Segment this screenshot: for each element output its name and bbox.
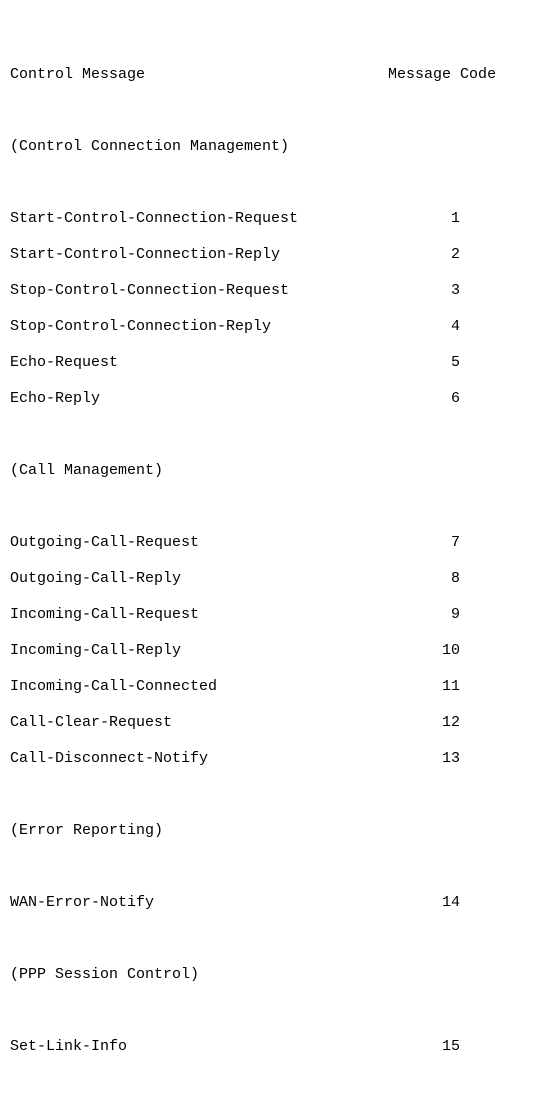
msg-name: Call-Clear-Request [10,714,388,732]
msg-name: Outgoing-Call-Request [10,534,388,552]
msg-name: Call-Disconnect-Notify [10,750,388,768]
table-row: Incoming-Call-Connected11 [10,678,531,696]
table-row: WAN-Error-Notify14 [10,894,531,912]
msg-name: Start-Control-Connection-Reply [10,246,388,264]
msg-code: 8 [388,570,460,588]
table-row: Start-Control-Connection-Reply2 [10,246,531,264]
blank-line [10,858,531,876]
table-row: Outgoing-Call-Request7 [10,534,531,552]
table-row: Start-Control-Connection-Request1 [10,210,531,228]
table-row: Stop-Control-Connection-Reply4 [10,318,531,336]
table-row: Incoming-Call-Reply10 [10,642,531,660]
blank-line [10,930,531,948]
msg-name: Incoming-Call-Reply [10,642,388,660]
table-row: Echo-Request5 [10,354,531,372]
msg-code: 1 [388,210,460,228]
group-header-call-management: (Call Management) [10,462,531,480]
msg-name: Stop-Control-Connection-Reply [10,318,388,336]
blank-line [10,786,531,804]
table-row: Incoming-Call-Request9 [10,606,531,624]
msg-code: 14 [388,894,460,912]
msg-code: 13 [388,750,460,768]
group-header-control-connection-management: (Control Connection Management) [10,138,531,156]
msg-name: Set-Link-Info [10,1038,388,1056]
msg-code: 5 [388,354,460,372]
msg-name: Incoming-Call-Connected [10,678,388,696]
msg-name: Start-Control-Connection-Request [10,210,388,228]
msg-name: Stop-Control-Connection-Request [10,282,388,300]
msg-code: 3 [388,282,460,300]
table-header-row: Control MessageMessage Code [10,66,531,84]
header-control-message: Control Message [10,66,388,84]
blank-line [10,174,531,192]
group-header-ppp-session-control: (PPP Session Control) [10,966,531,984]
msg-code: 2 [388,246,460,264]
table-row: Call-Disconnect-Notify13 [10,750,531,768]
blank-line [10,498,531,516]
msg-name: Echo-Request [10,354,388,372]
msg-code: 10 [388,642,460,660]
msg-code: 6 [388,390,460,408]
blank-line [10,1002,531,1020]
table-row: Stop-Control-Connection-Request3 [10,282,531,300]
msg-code: 12 [388,714,460,732]
table-row: Call-Clear-Request12 [10,714,531,732]
blank-line [10,102,531,120]
table-row: Set-Link-Info15 [10,1038,531,1056]
msg-code: 7 [388,534,460,552]
msg-name: WAN-Error-Notify [10,894,388,912]
header-message-code: Message Code [388,66,496,84]
msg-name: Echo-Reply [10,390,388,408]
msg-name: Outgoing-Call-Reply [10,570,388,588]
table-row: Outgoing-Call-Reply8 [10,570,531,588]
group-header-error-reporting: (Error Reporting) [10,822,531,840]
msg-code: 11 [388,678,460,696]
table-row: Echo-Reply6 [10,390,531,408]
blank-line [10,426,531,444]
msg-code: 15 [388,1038,460,1056]
msg-code: 4 [388,318,460,336]
msg-name: Incoming-Call-Request [10,606,388,624]
msg-code: 9 [388,606,460,624]
